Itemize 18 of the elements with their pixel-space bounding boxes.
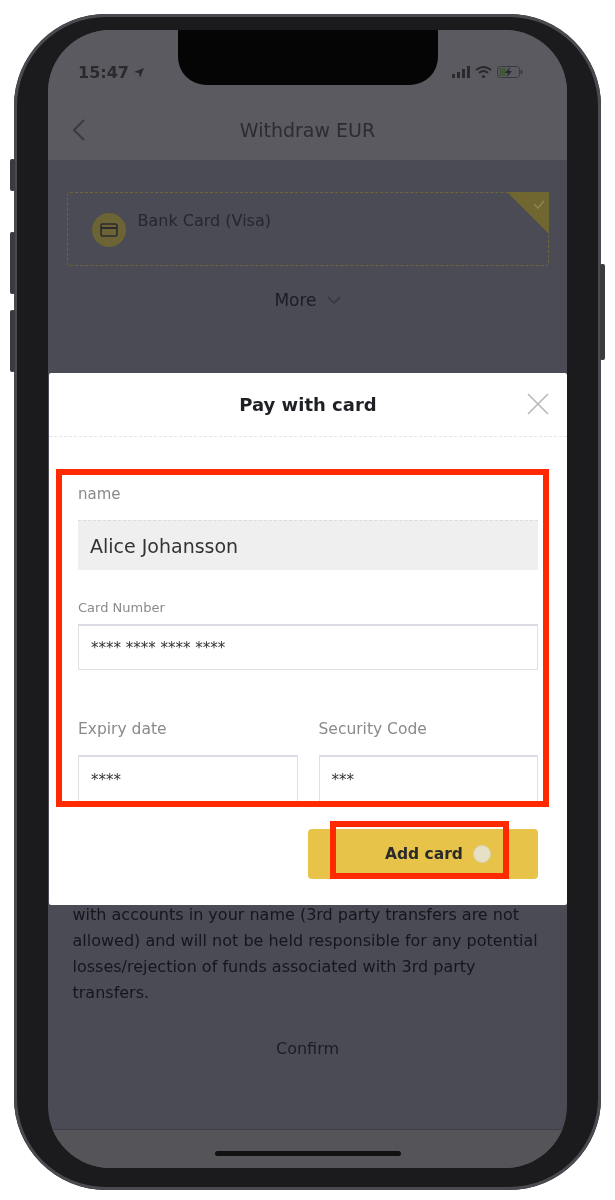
close-icon[interactable] <box>527 393 549 415</box>
selected-corner-icon <box>506 192 549 234</box>
input-field[interactable]: **** <box>78 755 298 804</box>
back-icon[interactable] <box>72 118 86 142</box>
signal-icon <box>452 66 470 78</box>
input-field[interactable]: *** <box>318 755 538 804</box>
notice-text: with accounts in your name (3rd party transfers are not allowed) and will not be held responsible for any potential losses/rejection of funds associated with 3rd party transfers. <box>72 904 539 1004</box>
field-label: Card Number <box>78 599 166 617</box>
input-field[interactable]: **** **** **** **** <box>78 624 538 670</box>
location-arrow-icon <box>132 66 145 79</box>
wifi-icon <box>475 66 492 78</box>
input-field[interactable]: Alice Johansson <box>78 520 538 570</box>
field-label: name <box>78 484 122 504</box>
field-label: Security Code <box>318 719 428 739</box>
card-icon <box>91 213 126 247</box>
dialog-title: Pay with card <box>239 394 377 415</box>
field-label: Expiry date <box>78 719 168 739</box>
battery-charging-icon <box>497 66 523 78</box>
